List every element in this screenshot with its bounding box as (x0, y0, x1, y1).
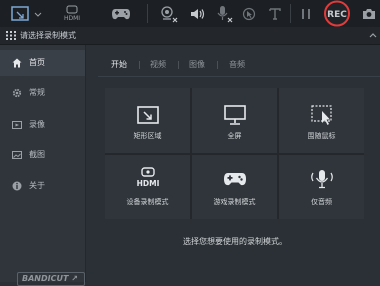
screenshot-button[interactable] (357, 0, 380, 27)
sidebar-item-video[interactable]: 录像 (0, 112, 85, 138)
hdmi-text: HDMI (64, 15, 80, 22)
mode-audio-only-button[interactable]: 仅音频 (279, 155, 364, 219)
mode-label: 围随鼠标 (307, 132, 336, 140)
cursor-circle-icon (242, 7, 256, 20)
mode-around-mouse-button[interactable]: 围随鼠标 (279, 88, 364, 153)
rec-label: REC (327, 10, 347, 20)
sidebar-item-general[interactable]: 常规 (0, 80, 85, 106)
tab-start[interactable]: 开始 (111, 59, 127, 70)
webcam-off-icon (161, 5, 178, 22)
mode-grid: 矩形区域 全屏 围随鼠标 HDMI 设备录制模式 游戏录制模式 仅音频 (105, 88, 364, 219)
gamepad-icon (112, 8, 130, 19)
sidebar-item-label: 截图 (29, 150, 45, 159)
text-icon (269, 7, 281, 20)
gear-icon (12, 88, 22, 98)
chevron-up-icon[interactable] (369, 32, 377, 38)
sidebar-item-label: 关于 (29, 181, 45, 190)
gamepad-icon (223, 173, 246, 186)
tab-underline (98, 76, 380, 77)
text-overlay-button[interactable] (264, 0, 286, 27)
mode-fullscreen-button[interactable]: 全屏 (192, 88, 277, 153)
mode-label: 仅音频 (311, 198, 332, 206)
info-icon (12, 181, 22, 191)
speaker-button[interactable] (186, 0, 208, 27)
mode-device-button[interactable]: HDMI 设备录制模式 (105, 155, 190, 219)
bandicut-link[interactable]: BANDICUT ↗ (17, 272, 85, 286)
sidebar-item-home[interactable]: 首页 (0, 50, 85, 76)
mode-label: 设备录制模式 (126, 198, 169, 206)
mode-game-button[interactable]: 游戏录制模式 (192, 155, 277, 219)
page-title: 请选择录制模式 (20, 31, 76, 40)
mode-label: 游戏录制模式 (213, 198, 256, 206)
grid-menu-icon (6, 31, 16, 40)
mode-hint-text: 选择您想要使用的录制模式。 (183, 237, 287, 246)
microphone-off-icon (217, 5, 233, 22)
mode-label: 全屏 (227, 132, 242, 140)
pause-icon (302, 8, 310, 19)
toolbar-divider (147, 4, 148, 23)
hdmi-icon: HDMI (64, 5, 80, 22)
tab-video[interactable]: 视频 (150, 59, 166, 70)
record-button[interactable]: REC (318, 0, 356, 27)
rectangle-icon (136, 106, 159, 124)
home-icon (12, 58, 22, 68)
tab-divider (178, 61, 179, 69)
sidebar-item-label: 常规 (29, 88, 45, 97)
record-icon: REC (324, 0, 350, 27)
rectangle-mode-icon (11, 5, 42, 21)
mode-title-bar: 请选择录制模式 (0, 27, 380, 45)
pause-button[interactable] (296, 0, 316, 27)
mode-label: 矩形区域 (133, 132, 162, 140)
webcam-button[interactable] (155, 0, 181, 27)
sidebar-item-screenshot[interactable]: 截图 (0, 142, 85, 168)
cursor-area-icon (310, 105, 332, 125)
camera-icon (362, 8, 375, 19)
tab-divider (217, 61, 218, 69)
mode-select-button[interactable] (0, 0, 44, 27)
sidebar-item-about[interactable]: 关于 (0, 173, 85, 199)
video-icon (12, 121, 22, 129)
game-mode-button[interactable] (107, 0, 135, 27)
hdmi-mode-button[interactable]: HDMI (58, 0, 86, 27)
toolbar-divider (290, 4, 291, 23)
hdmi-badge: HDMI (136, 179, 159, 188)
monitor-icon (223, 105, 246, 125)
cursor-effect-button[interactable] (238, 0, 260, 27)
tab-audio[interactable]: 音频 (229, 59, 245, 70)
hdmi-device-icon: HDMI (136, 167, 159, 188)
speaker-icon (191, 8, 205, 19)
sidebar-item-label: 首页 (29, 58, 45, 67)
image-icon (12, 151, 22, 159)
mode-rectangle-button[interactable]: 矩形区域 (105, 88, 190, 153)
microphone-button[interactable] (212, 0, 236, 27)
microphone-icon (310, 170, 333, 189)
tab-divider (139, 61, 140, 69)
top-toolbar: HDMI REC (0, 0, 380, 27)
tab-image[interactable]: 图像 (189, 59, 205, 70)
sidebar-item-label: 录像 (29, 120, 45, 129)
